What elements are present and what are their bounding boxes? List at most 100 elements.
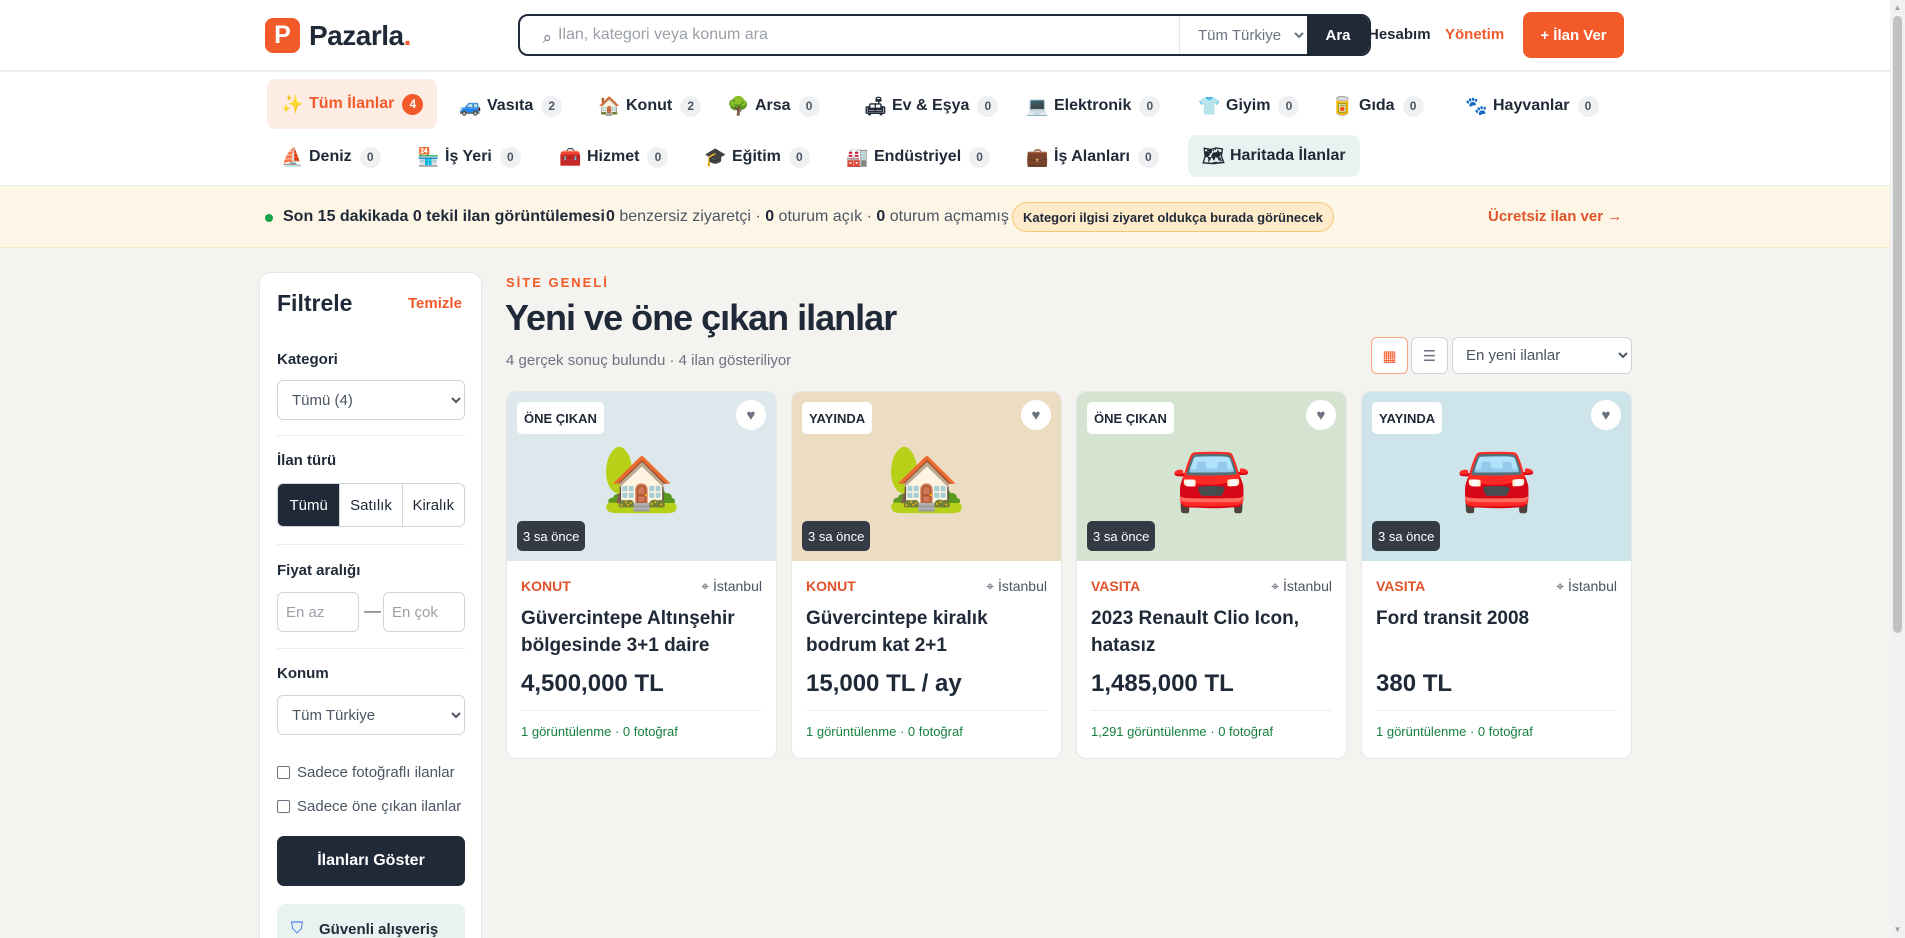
divider [277,435,465,436]
posted-time-badge: 3 sa önce [517,521,586,551]
map-icon: 🗺 [1202,145,1225,166]
divider [1376,710,1617,711]
search-bar: ⌕ Tüm Türkiye Ara [518,14,1371,56]
favorite-heart-icon[interactable]: ♥ [1591,400,1621,430]
listing-card[interactable]: 🏡 YAYINDA ♥ 3 sa önce KONUT ⌖ İstanbul Güverci… [791,391,1062,759]
type-option-rent[interactable]: Kiralık [403,484,464,526]
divider [277,544,465,545]
category-tab-10[interactable]: ⛵ Deniz 0 [267,133,395,181]
posted-time-badge: 3 sa önce [1372,521,1441,551]
category-label: Elektronik [1054,97,1132,114]
category-filter-label: Kategori [277,351,338,368]
price-min-input[interactable] [277,592,359,632]
category-filter-select[interactable]: Tümü (4) [277,380,465,420]
checkbox-box[interactable] [277,800,290,813]
price-max-input[interactable] [383,592,465,632]
list-icon: ☰ [1422,347,1437,365]
laptop-icon: 💻 [1026,95,1049,116]
category-tab-3[interactable]: 🏠 Konut 2 [584,82,715,130]
search-button[interactable]: Ara [1307,16,1369,54]
listing-location: ⌖ İstanbul [1271,578,1332,594]
listing-card[interactable]: 🚘 YAYINDA ♥ 3 sa önce VASITA ⌖ İstanbul Ford t… [1361,391,1632,759]
sort-select[interactable]: En yeni ilanlar [1452,337,1632,374]
apply-filters-button[interactable]: İlanları Göster [277,836,465,886]
scrollbar-thumb[interactable] [1893,16,1902,633]
logo-text: Pazarla. [309,19,411,51]
category-tab-1[interactable]: ✨ Tüm İlanlar 4 [267,79,437,129]
listing-meta: 1,291 görüntülenme · 0 fotoğraf [1091,724,1274,739]
category-tab-4[interactable]: 🌳 Arsa 0 [713,82,834,130]
safe-shopping-box: ⛉ Güvenli alışveriş [277,904,465,938]
category-tab-9[interactable]: 🐾 Hayvanlar 0 [1451,82,1613,130]
category-label: İş Yeri [445,148,492,165]
category-tab-7[interactable]: 👕 Giyim 0 [1184,82,1313,130]
status-badge: YAYINDA [1372,402,1443,434]
scroll-down-arrow-icon[interactable]: ▼ [1893,925,1902,935]
divider [521,710,762,711]
listing-meta: 1 görüntülenme · 0 fotoğraf [806,724,963,739]
house-icon: 🏡 [886,442,967,514]
listing-category: VASITA [1376,578,1426,594]
location-filter-select[interactable]: Tüm Türkiye [277,695,465,735]
logo[interactable]: P Pazarla. [265,18,411,53]
grid-view-button[interactable]: ▦ [1371,337,1408,374]
scroll-up-arrow-icon[interactable]: ▲ [1893,3,1902,13]
listing-card[interactable]: 🚘 ÖNE ÇIKAN ♥ 3 sa önce VASITA ⌖ İstanbul 2023… [1076,391,1347,759]
listing-category: KONUT [521,578,571,594]
favorite-heart-icon[interactable]: ♥ [1021,400,1051,430]
category-tab-2[interactable]: 🚙 Vasıta 2 [445,82,576,130]
live-status-dot [265,214,273,222]
category-count-badge: 2 [541,95,563,117]
shield-icon: ⛉ [291,920,304,937]
house-icon: 🏠 [598,95,621,116]
location-pin-icon: ⌖ [986,578,998,594]
type-option-all[interactable]: Tümü [278,484,341,526]
listing-title[interactable]: Ford transit 2008 [1376,605,1616,632]
listing-title[interactable]: 2023 Renault Clio Icon, hatasız [1091,605,1331,659]
free-listing-link[interactable]: Ücretsiz ilan ver → [1488,208,1622,225]
category-tab-6[interactable]: 💻 Elektronik 0 [1012,82,1174,130]
admin-link[interactable]: Yönetim [1445,26,1504,43]
car-icon: 🚘 [1456,442,1537,514]
listing-location: ⌖ İstanbul [986,578,1047,594]
type-option-sale[interactable]: Satılık [340,484,403,526]
section-eyebrow: SİTE GENELİ [506,275,609,290]
category-tab-13[interactable]: 🎓 Eğitim 0 [690,133,824,181]
favorite-heart-icon[interactable]: ♥ [736,400,766,430]
listing-category: KONUT [806,578,856,594]
listing-category: VASITA [1091,578,1141,594]
divider [277,648,465,649]
account-link[interactable]: Hesabım [1368,26,1431,43]
list-view-button[interactable]: ☰ [1411,337,1448,374]
visitor-stats: 0 benzersiz ziyaretçi · 0 oturum açık · … [606,208,1009,225]
category-tab-16[interactable]: 🗺 Haritada İlanlar [1188,135,1360,177]
car-icon: 🚘 [1171,442,1252,514]
post-listing-button[interactable]: + İlan Ver [1523,12,1624,58]
checkbox-box[interactable] [277,766,290,779]
price-separator: — [364,601,381,620]
category-tab-14[interactable]: 🏭 Endüstriyel 0 [832,133,1004,181]
search-input[interactable] [552,16,1179,54]
tree-icon: 🌳 [727,95,750,116]
category-tab-12[interactable]: 🧰 Hizmet 0 [545,133,682,181]
safe-shopping-title: Güvenli alışveriş [319,921,439,938]
category-tab-11[interactable]: 🏪 İş Yeri 0 [403,133,535,181]
location-select[interactable]: Tüm Türkiye [1179,16,1307,54]
category-tab-15[interactable]: 💼 İş Alanları 0 [1012,133,1173,181]
favorite-heart-icon[interactable]: ♥ [1306,400,1336,430]
clear-filters-link[interactable]: Temizle [408,295,462,312]
category-count-badge: 0 [798,95,820,117]
category-label: Haritada İlanlar [1230,147,1346,164]
grid-icon: ▦ [1382,347,1397,365]
listing-title[interactable]: Güvercintepe kiralık bodrum kat 2+1 [806,605,1046,659]
only-featured-checkbox[interactable]: Sadece öne çıkan ilanlar [277,798,461,815]
house-icon: 🏡 [601,442,682,514]
listing-card[interactable]: 🏡 ÖNE ÇIKAN ♥ 3 sa önce KONUT ⌖ İstanbul Güver… [506,391,777,759]
category-tab-5[interactable]: 🛋 Ev & Eşya 0 [850,82,1012,130]
only-photos-checkbox[interactable]: Sadece fotoğraflı ilanlar [277,764,455,781]
category-tab-8[interactable]: 🥫 Gıda 0 [1317,82,1438,130]
search-icon: ⌕ [542,28,552,47]
listing-title[interactable]: Güvercintepe Altınşehir bölgesinde 3+1 d… [521,605,761,659]
listing-meta: 1 görüntülenme · 0 fotoğraf [1376,724,1533,739]
category-interest-pill: Kategori ilgisi ziyaret oldukça burada g… [1012,202,1334,232]
